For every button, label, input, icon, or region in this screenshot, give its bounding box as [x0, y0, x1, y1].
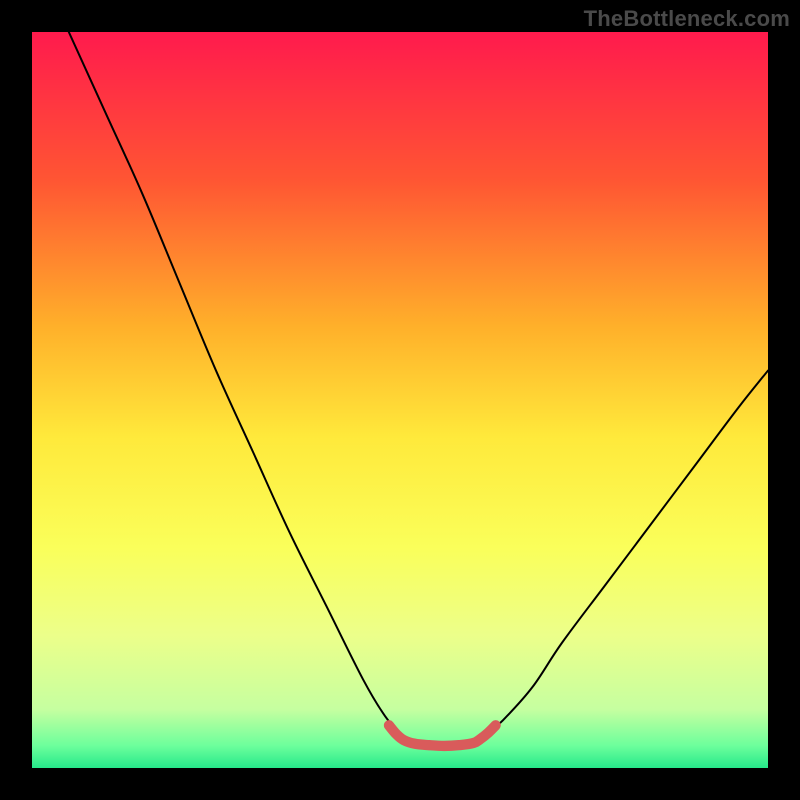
chart-frame: TheBottleneck.com: [0, 0, 800, 800]
gradient-background: [32, 32, 768, 768]
plot-area: [32, 32, 768, 768]
watermark-text: TheBottleneck.com: [584, 6, 790, 32]
plot-svg: [32, 32, 768, 768]
